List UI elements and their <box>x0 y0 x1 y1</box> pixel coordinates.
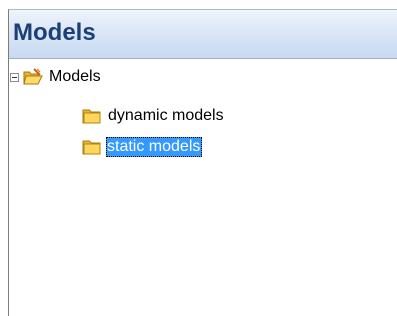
panel-header: Models <box>9 10 397 59</box>
models-tree[interactable]: Models dynamic models static models <box>9 59 397 316</box>
collapse-toggle-icon[interactable] <box>10 73 19 82</box>
tree-node-dynamic-models[interactable]: dynamic models <box>108 106 224 126</box>
folder-icon <box>82 138 102 156</box>
panel-title: Models <box>13 19 96 46</box>
open-folder-icon <box>23 68 43 86</box>
tree-node-models[interactable]: Models <box>49 67 101 87</box>
models-panel: Models Models dynamic models static mode… <box>8 9 397 316</box>
folder-icon <box>82 107 102 125</box>
tree-node-static-models[interactable]: static models <box>106 137 203 157</box>
